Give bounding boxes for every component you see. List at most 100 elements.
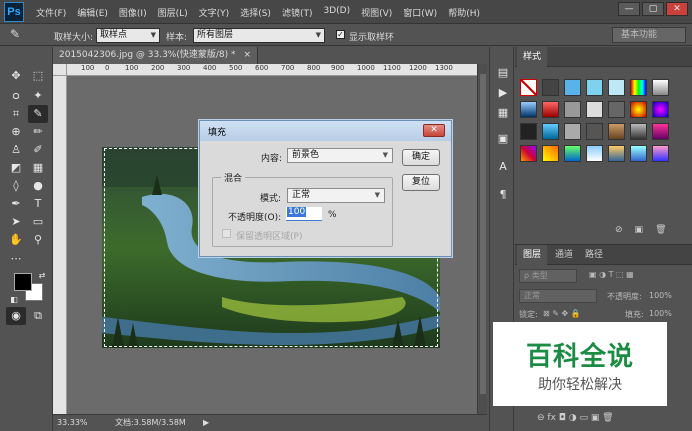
style-swatch[interactable] [608,123,625,140]
crop-tool-icon[interactable]: ⌗ [6,105,26,123]
menu-layer[interactable]: 图层(L) [158,6,188,19]
style-swatch[interactable] [542,145,559,162]
blend-mode-select[interactable]: 正常 [519,289,597,303]
style-swatch[interactable] [520,79,537,96]
style-swatch[interactable] [586,79,603,96]
more-tools-icon[interactable]: ⋯ [6,250,26,268]
style-swatch[interactable] [652,79,669,96]
eraser-tool-icon[interactable]: ◩ [6,159,26,177]
workspace-select[interactable]: 基本功能 [612,27,686,43]
tab-layers[interactable]: 图层 [517,245,548,265]
style-swatch[interactable] [630,145,647,162]
zoom-level[interactable]: 33.33% [57,415,88,430]
zoom-tool-icon[interactable]: ⚲ [28,231,48,249]
path-select-icon[interactable]: ➤ [6,213,26,231]
close-window-button[interactable]: ✕ [666,2,688,16]
character-icon[interactable]: A [495,159,511,175]
style-swatch[interactable] [652,101,669,118]
history-icon[interactable]: ▤ [495,65,511,81]
move-tool-icon[interactable]: ✥ [6,67,26,85]
eyedropper-tool-icon[interactable]: ✎ [28,105,48,123]
status-arrow-icon[interactable]: ▶ [203,415,209,430]
close-tab-icon[interactable]: × [243,47,251,64]
brush-tool-icon[interactable]: ✏ [28,123,48,141]
gradient-tool-icon[interactable]: ▦ [28,159,48,177]
history-brush-icon[interactable]: ✐ [28,141,48,159]
swap-colors-icon[interactable]: ⇄ [32,267,52,285]
tab-styles[interactable]: 样式 [517,47,548,67]
layer-filter-select[interactable]: ρ 类型 [519,269,577,283]
menu-select[interactable]: 选择(S) [240,6,271,19]
canvas-scrollbar[interactable] [477,64,487,414]
adjustments-icon[interactable]: ▦ [495,105,511,121]
foreground-color-swatch[interactable] [14,273,32,291]
style-swatch[interactable] [520,145,537,162]
blur-tool-icon[interactable]: ◊ [6,177,26,195]
lasso-tool-icon[interactable]: ᴑ [6,87,26,105]
minimize-button[interactable]: — [618,2,640,16]
menu-help[interactable]: 帮助(H) [448,6,480,19]
quick-mask-icon[interactable]: ◉ [6,307,26,325]
menu-3d[interactable]: 3D(D) [323,6,350,19]
menu-type[interactable]: 文字(Y) [199,6,230,19]
layer-opacity-value[interactable]: 100% [649,291,672,306]
style-swatch[interactable] [652,123,669,140]
menu-filter[interactable]: 滤镜(T) [282,6,313,19]
dialog-close-button[interactable]: ✕ [423,124,445,137]
mode-select[interactable]: 正常 ▼ [287,188,385,203]
style-swatch[interactable] [564,79,581,96]
menu-file[interactable]: 文件(F) [36,6,66,19]
ok-button[interactable]: 确定 [402,149,440,166]
style-swatch[interactable] [608,101,625,118]
libraries-icon[interactable]: ▣ [495,131,511,147]
show-ring-checkbox[interactable]: ✓ [336,30,345,39]
document-tab[interactable]: 2015042306.jpg @ 33.3%(快速蒙版/8) * × [53,47,258,64]
pen-tool-icon[interactable]: ✒ [6,195,26,213]
style-swatch[interactable] [586,123,603,140]
scrollbar-thumb[interactable] [480,74,486,394]
healing-brush-icon[interactable]: ⊕ [6,123,26,141]
style-swatch[interactable] [564,145,581,162]
dialog-title-bar[interactable]: 填充 ✕ [200,121,451,141]
style-swatch[interactable] [542,79,559,96]
menu-window[interactable]: 窗口(W) [403,6,437,19]
style-swatch[interactable] [630,101,647,118]
content-select[interactable]: 前景色 ▼ [287,148,393,163]
style-swatch[interactable] [608,145,625,162]
menu-edit[interactable]: 编辑(E) [77,6,108,19]
new-style-icon[interactable]: ▣ [635,225,644,235]
style-swatch[interactable] [652,145,669,162]
opacity-input[interactable]: 100 [286,207,322,221]
layers-footer-icons[interactable]: ⊖ fx ◘ ◑ ▭ ▣ 🗑 [537,413,614,428]
restore-button[interactable]: ▢ [642,2,664,16]
style-swatch[interactable] [630,79,647,96]
menu-view[interactable]: 视图(V) [361,6,392,19]
actions-play-icon[interactable]: ▶ [495,85,511,101]
style-swatch[interactable] [564,101,581,118]
magic-wand-tool-icon[interactable]: ✦ [28,87,48,105]
style-swatch[interactable] [586,101,603,118]
paragraph-icon[interactable]: ¶ [495,187,511,203]
style-swatch[interactable] [608,79,625,96]
clear-style-icon[interactable]: ⊘ [615,225,623,235]
style-swatch[interactable] [520,101,537,118]
sample-size-select[interactable]: 取样点 ▼ [96,28,160,43]
style-swatch[interactable] [542,123,559,140]
style-swatch[interactable] [520,123,537,140]
style-swatch[interactable] [630,123,647,140]
screen-mode-icon[interactable]: ⧉ [28,307,48,325]
tab-channels[interactable]: 通道 [549,245,579,265]
tab-paths[interactable]: 路径 [579,245,609,265]
hand-tool-icon[interactable]: ✋ [6,231,26,249]
clone-stamp-icon[interactable]: ♙ [6,141,26,159]
reset-button[interactable]: 复位 [402,174,440,191]
style-swatch[interactable] [542,101,559,118]
sample-select[interactable]: 所有图层 ▼ [193,28,325,43]
style-swatch[interactable] [586,145,603,162]
eyedropper-icon[interactable]: ✎ [10,27,26,43]
style-swatch[interactable] [564,123,581,140]
marquee-tool-icon[interactable]: ⬚ [28,67,48,85]
shape-tool-icon[interactable]: ▭ [28,213,48,231]
menu-image[interactable]: 图像(I) [119,6,147,19]
type-tool-icon[interactable]: T [28,195,48,213]
